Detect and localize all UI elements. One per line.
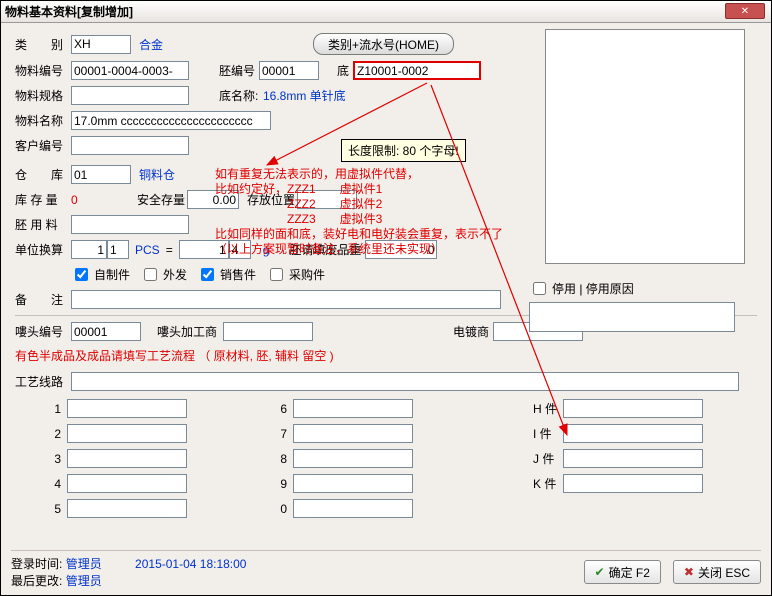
spec-input[interactable] xyxy=(71,86,189,105)
label-lou-no: 嘍头编号 xyxy=(15,323,71,340)
num4: 4 xyxy=(51,477,61,491)
route-8-input[interactable] xyxy=(293,449,413,468)
label-login: 登录时间: xyxy=(11,557,62,571)
num2: 2 xyxy=(51,427,61,441)
ok-button[interactable]: ✔确定 F2 xyxy=(584,560,661,584)
num0: 0 xyxy=(277,502,287,516)
num9: 9 xyxy=(277,477,287,491)
annotation-note: 如有重复无法表示的，用虚拟件代替， 比如约定好，ZZZ1 虚拟件1 ZZZ2 虚… xyxy=(215,167,503,257)
category-input[interactable] xyxy=(71,35,131,54)
label-jj: J 件 xyxy=(533,450,559,467)
unit-code: PCS xyxy=(135,243,160,257)
length-limit-tooltip: 长度限制: 80 个字母! xyxy=(341,139,466,162)
num5: 5 xyxy=(51,502,61,516)
route-7-input[interactable] xyxy=(293,424,413,443)
hj-input[interactable] xyxy=(563,399,703,418)
chk-disable[interactable]: 停用 | 停用原因 xyxy=(529,279,634,298)
route-4-input[interactable] xyxy=(67,474,187,493)
num8: 8 xyxy=(277,452,287,466)
blank-mat-input[interactable] xyxy=(71,215,189,234)
di-input[interactable] xyxy=(353,61,481,80)
label-customer: 客户编号 xyxy=(15,137,71,154)
chk-sale[interactable]: 销售件 xyxy=(197,265,256,284)
blank-no-input[interactable] xyxy=(259,61,319,80)
route-input[interactable] xyxy=(71,372,739,391)
route-3-input[interactable] xyxy=(67,449,187,468)
label-unit: 单位换算 xyxy=(15,241,71,258)
window-title: 物料基本资料[复制增加] xyxy=(5,3,133,20)
lou-no-input[interactable] xyxy=(71,322,141,341)
num1: 1 xyxy=(51,402,61,416)
label-category: 类 别 xyxy=(15,36,71,53)
jj-input[interactable] xyxy=(563,449,703,468)
base-name-value: 16.8mm 单针底 xyxy=(263,87,346,104)
close-button[interactable]: ✖关闭 ESC xyxy=(673,560,761,584)
route-9-input[interactable] xyxy=(293,474,413,493)
label-di: 底 xyxy=(337,62,353,79)
label-remark: 备 注 xyxy=(15,291,71,308)
label-plating: 电镀商 xyxy=(453,323,493,340)
label-material-no: 物料编号 xyxy=(15,62,71,79)
label-ij: I 件 xyxy=(533,425,559,442)
login-time: 2015-01-04 18:18:00 xyxy=(135,557,246,571)
label-safety: 安全存量 xyxy=(137,191,187,208)
material-no-input[interactable] xyxy=(71,61,189,80)
kj-input[interactable] xyxy=(563,474,703,493)
label-stock: 库 存 量 xyxy=(15,191,71,208)
disable-reason-input[interactable] xyxy=(529,302,735,332)
check-icon: ✔ xyxy=(595,565,605,579)
route-2-input[interactable] xyxy=(67,424,187,443)
num7: 7 xyxy=(277,427,287,441)
chk-out[interactable]: 外发 xyxy=(140,265,187,284)
route-5-input[interactable] xyxy=(67,499,187,518)
route-0-input[interactable] xyxy=(293,499,413,518)
stock-value: 0 xyxy=(71,193,87,207)
close-icon: ✖ xyxy=(684,565,694,579)
label-spec: 物料规格 xyxy=(15,87,71,104)
home-button[interactable]: 类别+流水号(HOME) xyxy=(313,33,454,55)
warehouse-link[interactable]: 铜料仓 xyxy=(139,166,175,183)
label-blank-no: 胚编号 xyxy=(219,62,259,79)
num3: 3 xyxy=(51,452,61,466)
lou-sup-input[interactable] xyxy=(223,322,313,341)
label-eq: = xyxy=(166,243,173,257)
route-6-input[interactable] xyxy=(293,399,413,418)
label-warehouse: 仓 库 xyxy=(15,166,71,183)
red-instruction: 有色半成品及成品请填写工艺流程 （ 原材料, 胚, 辅料 留空 ) xyxy=(15,347,757,364)
last-user: 管理员 xyxy=(66,574,102,588)
label-kj: K 件 xyxy=(533,475,559,492)
remark-input[interactable] xyxy=(71,290,501,309)
image-placeholder xyxy=(545,29,745,264)
route-1-input[interactable] xyxy=(67,399,187,418)
warehouse-input[interactable] xyxy=(71,165,131,184)
num6: 6 xyxy=(277,402,287,416)
name-input[interactable] xyxy=(71,111,271,130)
login-user: 管理员 xyxy=(66,557,102,571)
label-last: 最后更改: xyxy=(11,574,62,588)
close-window-button[interactable]: ✕ xyxy=(725,3,765,19)
label-hj: H 件 xyxy=(533,400,559,417)
chk-buy[interactable]: 采购件 xyxy=(266,265,325,284)
category-link[interactable]: 合金 xyxy=(139,36,163,53)
label-base-name: 底名称: xyxy=(219,87,263,104)
ij-input[interactable] xyxy=(563,424,703,443)
customer-input[interactable] xyxy=(71,136,189,155)
label-route: 工艺线路 xyxy=(15,373,71,390)
label-blank-mat: 胚 用 料 xyxy=(15,216,71,233)
chk-self[interactable]: 自制件 xyxy=(71,265,130,284)
bottom-bar: 登录时间: 管理员 2015-01-04 18:18:00 最后更改: 管理员 … xyxy=(11,550,761,589)
label-lou-sup: 嘍头加工商 xyxy=(157,323,223,340)
unit2-input[interactable] xyxy=(107,240,129,259)
title-bar: 物料基本资料[复制增加] ✕ xyxy=(1,1,771,23)
label-name: 物料名称 xyxy=(15,112,71,129)
unit1-input[interactable] xyxy=(71,240,107,259)
